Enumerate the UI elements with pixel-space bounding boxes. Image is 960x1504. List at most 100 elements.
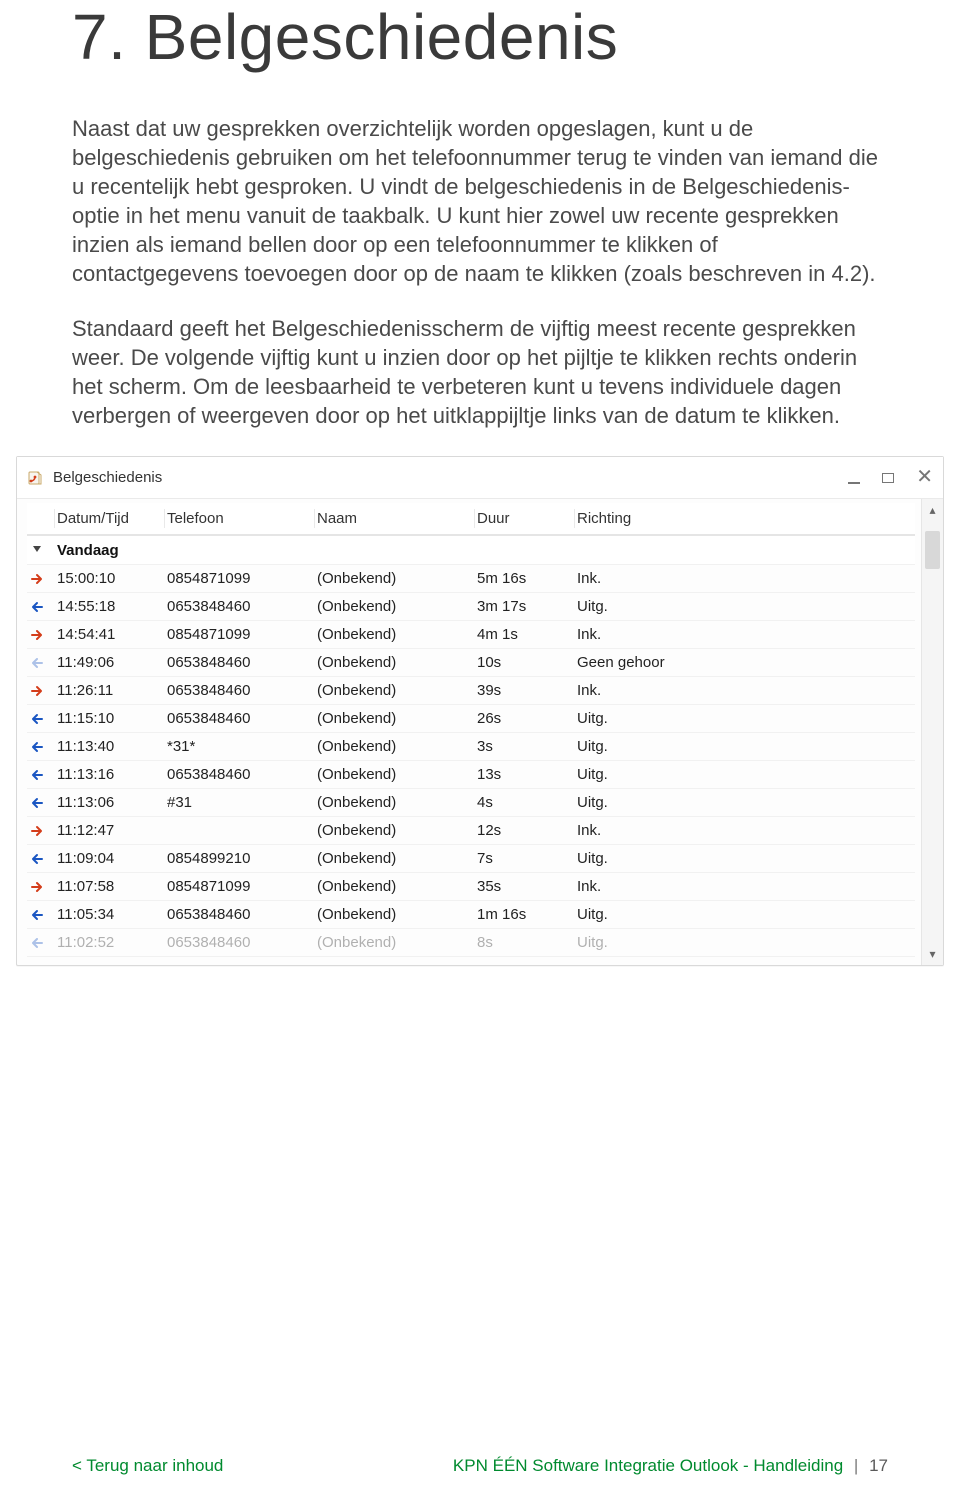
cell-direction: Uitg. (575, 733, 915, 761)
cell-duration: 35s (475, 873, 575, 901)
cell-phone[interactable]: 0653848460 (165, 705, 315, 733)
window-title: Belgeschiedenis (53, 469, 848, 486)
cell-duration: 3s (475, 733, 575, 761)
cell-duration: 10s (475, 649, 575, 677)
col-datetime[interactable]: Datum/Tijd (55, 503, 165, 535)
minimize-icon[interactable] (848, 482, 860, 484)
doc-title: KPN ÉÉN Software Integratie Outlook - Ha… (453, 1456, 843, 1475)
cell-name[interactable]: (Onbekend) (315, 705, 475, 733)
outgoing-arrow-icon (27, 845, 55, 873)
section-label: Vandaag (55, 535, 915, 565)
cell-name[interactable]: (Onbekend) (315, 929, 475, 957)
table-row[interactable]: 11:07:580854871099(Onbekend)35sInk. (27, 873, 915, 901)
scroll-up-icon[interactable]: ▴ (922, 499, 943, 521)
cell-time: 11:12:47 (55, 817, 165, 845)
outgoing-arrow-icon (27, 649, 55, 677)
cell-direction: Uitg. (575, 789, 915, 817)
incoming-arrow-icon (27, 565, 55, 593)
cell-name[interactable]: (Onbekend) (315, 761, 475, 789)
cell-name[interactable]: (Onbekend) (315, 789, 475, 817)
titlebar[interactable]: Belgeschiedenis ✕ (17, 457, 943, 499)
table-row[interactable]: 11:26:110653848460(Onbekend)39sInk. (27, 677, 915, 705)
cell-name[interactable]: (Onbekend) (315, 677, 475, 705)
col-name[interactable]: Naam (315, 503, 475, 535)
cell-time: 11:13:06 (55, 789, 165, 817)
cell-name[interactable]: (Onbekend) (315, 621, 475, 649)
cell-phone[interactable]: 0653848460 (165, 677, 315, 705)
cell-direction: Uitg. (575, 929, 915, 957)
cell-direction: Ink. (575, 873, 915, 901)
cell-phone[interactable]: 0653848460 (165, 901, 315, 929)
section-row-today[interactable]: Vandaag (27, 535, 915, 565)
col-phone[interactable]: Telefoon (165, 503, 315, 535)
table-row[interactable]: 15:00:100854871099(Onbekend)5m 16sInk. (27, 565, 915, 593)
paragraph-2: Standaard geeft het Belgeschiedenisscher… (72, 314, 888, 430)
col-direction[interactable]: Richting (575, 503, 915, 535)
table-row[interactable]: 11:13:160653848460(Onbekend)13sUitg. (27, 761, 915, 789)
table-header-row[interactable]: Datum/Tijd Telefoon Naam Duur Richting (27, 503, 915, 535)
separator: | (854, 1456, 858, 1475)
incoming-arrow-icon (27, 873, 55, 901)
cell-phone[interactable]: 0653848460 (165, 929, 315, 957)
cell-name[interactable]: (Onbekend) (315, 565, 475, 593)
cell-phone[interactable]: 0653848460 (165, 761, 315, 789)
cell-name[interactable]: (Onbekend) (315, 733, 475, 761)
table-row[interactable]: 11:13:06#31(Onbekend)4sUitg. (27, 789, 915, 817)
outgoing-arrow-icon (27, 593, 55, 621)
incoming-arrow-icon (27, 817, 55, 845)
table-row[interactable]: 11:15:100653848460(Onbekend)26sUitg. (27, 705, 915, 733)
cell-name[interactable]: (Onbekend) (315, 901, 475, 929)
collapse-icon[interactable] (29, 541, 45, 557)
cell-duration: 4m 1s (475, 621, 575, 649)
cell-direction: Uitg. (575, 705, 915, 733)
cell-name[interactable]: (Onbekend) (315, 649, 475, 677)
cell-phone[interactable]: #31 (165, 789, 315, 817)
cell-direction: Geen gehoor (575, 649, 915, 677)
cell-phone[interactable]: 0854871099 (165, 621, 315, 649)
cell-time: 11:02:52 (55, 929, 165, 957)
call-history-table: Datum/Tijd Telefoon Naam Duur Richting (27, 503, 915, 957)
cell-time: 11:05:34 (55, 901, 165, 929)
cell-duration: 12s (475, 817, 575, 845)
scrollbar-thumb[interactable] (925, 531, 940, 569)
paragraph-1: Naast dat uw gesprekken overzichtelijk w… (72, 114, 888, 288)
table-row[interactable]: 11:05:340653848460(Onbekend)1m 16sUitg. (27, 901, 915, 929)
col-duration[interactable]: Duur (475, 503, 575, 535)
close-icon[interactable]: ✕ (916, 467, 933, 487)
cell-duration: 8s (475, 929, 575, 957)
cell-duration: 4s (475, 789, 575, 817)
back-to-contents-link[interactable]: < Terug naar inhoud (72, 1456, 223, 1476)
page-footer: < Terug naar inhoud KPN ÉÉN Software Int… (72, 1456, 888, 1476)
cell-name[interactable]: (Onbekend) (315, 873, 475, 901)
cell-name[interactable]: (Onbekend) (315, 845, 475, 873)
cell-phone[interactable]: 0854899210 (165, 845, 315, 873)
table-row[interactable]: 11:02:520653848460(Onbekend)8sUitg. (27, 929, 915, 957)
table-row[interactable]: 11:13:40*31*(Onbekend)3sUitg. (27, 733, 915, 761)
cell-time: 11:49:06 (55, 649, 165, 677)
cell-duration: 13s (475, 761, 575, 789)
scroll-down-icon[interactable]: ▾ (922, 943, 943, 965)
cell-phone[interactable]: 0653848460 (165, 593, 315, 621)
cell-direction: Uitg. (575, 761, 915, 789)
maximize-icon[interactable] (882, 473, 894, 483)
cell-direction: Ink. (575, 565, 915, 593)
cell-time: 11:09:04 (55, 845, 165, 873)
cell-phone[interactable]: *31* (165, 733, 315, 761)
table-row[interactable]: 11:49:060653848460(Onbekend)10sGeen geho… (27, 649, 915, 677)
cell-name[interactable]: (Onbekend) (315, 593, 475, 621)
outgoing-arrow-icon (27, 733, 55, 761)
table-row[interactable]: 11:12:47(Onbekend)12sInk. (27, 817, 915, 845)
cell-name[interactable]: (Onbekend) (315, 817, 475, 845)
table-row[interactable]: 14:54:410854871099(Onbekend)4m 1sInk. (27, 621, 915, 649)
cell-time: 14:54:41 (55, 621, 165, 649)
outgoing-arrow-icon (27, 901, 55, 929)
cell-direction: Uitg. (575, 845, 915, 873)
cell-phone[interactable]: 0653848460 (165, 649, 315, 677)
table-row[interactable]: 11:09:040854899210(Onbekend)7sUitg. (27, 845, 915, 873)
outgoing-arrow-icon (27, 705, 55, 733)
cell-phone[interactable]: 0854871099 (165, 873, 315, 901)
cell-phone[interactable]: 0854871099 (165, 565, 315, 593)
cell-phone[interactable] (165, 817, 315, 845)
vertical-scrollbar[interactable]: ▴ ▾ (921, 499, 943, 965)
table-row[interactable]: 14:55:180653848460(Onbekend)3m 17sUitg. (27, 593, 915, 621)
